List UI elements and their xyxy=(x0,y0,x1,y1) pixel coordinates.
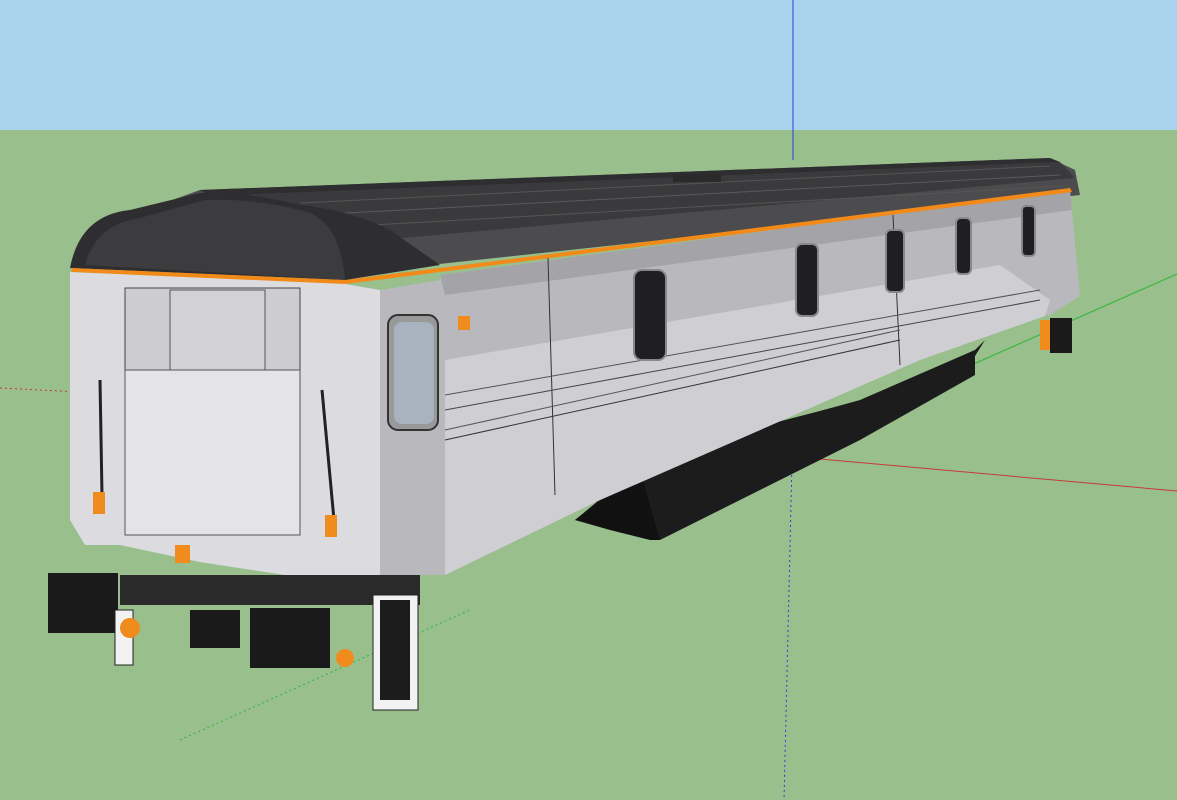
window xyxy=(633,269,667,361)
window xyxy=(955,217,972,275)
window xyxy=(885,229,905,293)
window xyxy=(795,243,819,317)
buffer-right xyxy=(250,608,330,668)
window xyxy=(1021,205,1036,257)
scene-canvas[interactable] xyxy=(0,0,1177,800)
buffer-left xyxy=(48,573,118,633)
3d-viewport[interactable] xyxy=(0,0,1177,800)
coach-end xyxy=(70,192,445,582)
sky xyxy=(0,0,1177,130)
